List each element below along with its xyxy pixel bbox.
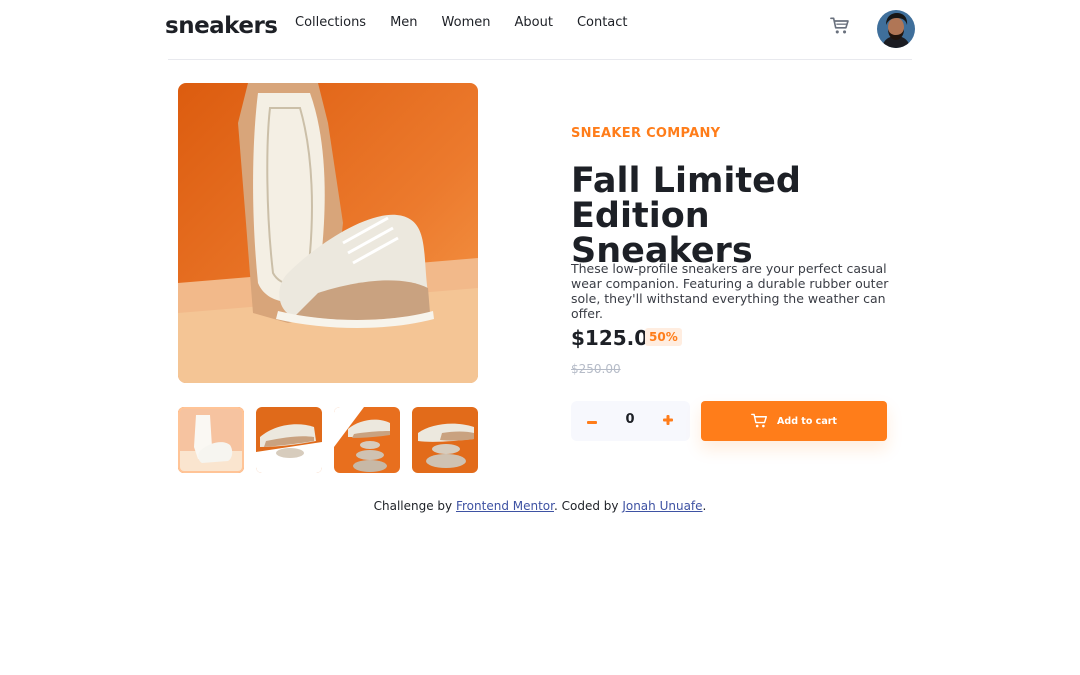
product-title: Fall Limited Edition Sneakers: [571, 161, 801, 271]
quantity-stepper: 0: [571, 401, 690, 441]
sneaker-side-view-thumbnail[interactable]: [412, 407, 478, 473]
user-avatar[interactable]: [877, 10, 915, 48]
plus-icon[interactable]: [661, 411, 675, 431]
add-to-cart-button[interactable]: Add to cart: [701, 401, 887, 441]
quantity-value: 0: [625, 412, 635, 427]
attribution-suffix: .: [702, 499, 707, 513]
sneaker-on-stones-thumbnail[interactable]: [256, 407, 322, 473]
discount-badge: 50%: [645, 328, 682, 346]
nav-collections[interactable]: Collections: [295, 15, 366, 30]
company-name: SNEAKER COMPANY: [571, 126, 721, 141]
attribution-prefix: Challenge by: [373, 499, 453, 513]
main-nav: Collections Men Women About Contact: [295, 15, 652, 30]
sneaker-balanced-on-stones-thumbnail[interactable]: [334, 407, 400, 473]
sneaker-pair-thumbnail[interactable]: [178, 407, 244, 473]
cart-icon: [751, 413, 768, 429]
add-to-cart-label: Add to cart: [777, 415, 837, 427]
cart-icon[interactable]: [830, 16, 850, 36]
challenge-link[interactable]: Frontend Mentor: [456, 499, 554, 513]
attribution: Challenge by Frontend Mentor. Coded by J…: [0, 499, 1080, 513]
attribution-middle: . Coded by: [553, 499, 619, 513]
nav-contact[interactable]: Contact: [577, 15, 628, 30]
author-link[interactable]: Jonah Unuafe: [622, 499, 702, 513]
product-description: These low-profile sneakers are your perf…: [571, 261, 889, 321]
nav-about[interactable]: About: [515, 15, 553, 30]
logo[interactable]: sneakers: [165, 13, 278, 39]
original-price: $250.00: [571, 362, 621, 376]
nav-men[interactable]: Men: [390, 15, 417, 30]
main-product-image[interactable]: [178, 83, 478, 383]
minus-icon[interactable]: [585, 411, 599, 431]
nav-women[interactable]: Women: [442, 15, 491, 30]
header-divider: [168, 59, 912, 60]
